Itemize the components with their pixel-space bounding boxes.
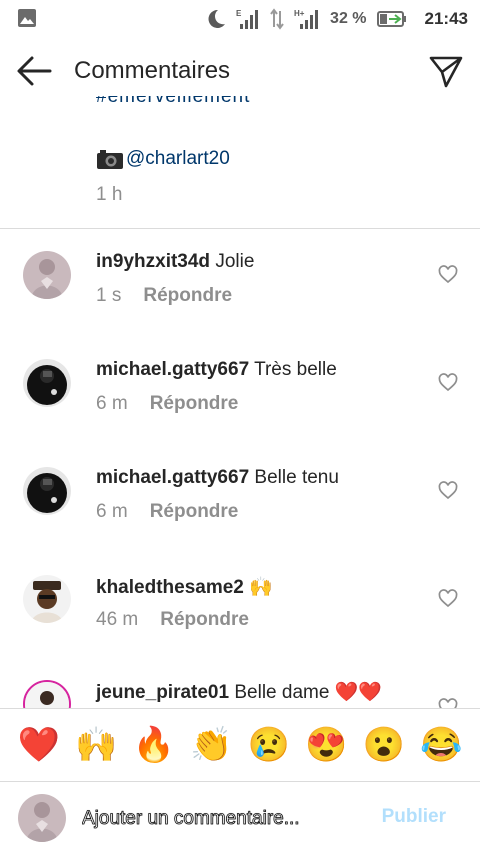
mention-link[interactable]: @charlart20 [126,148,230,170]
raised-hands-emoji[interactable]: 🙌 [75,728,117,762]
comment-item: in9yhzxit34d Jolie 1 s Répondre [0,251,480,331]
reply-button[interactable]: Répondre [143,285,232,307]
heart-outline-icon[interactable] [438,698,458,708]
heart-outline-icon[interactable] [438,265,458,285]
heart-emoji[interactable]: ❤️ [18,728,60,762]
emoji-quick-bar: ❤️ 🙌 🔥 👏 😢 😍 😮 😂 [0,708,480,782]
status-bar: E H+ 32 % 21:43 [0,0,480,38]
comment-body: Belle tenu [254,467,339,488]
comment-time: 46 m [96,609,139,630]
comment-input[interactable] [82,804,362,834]
comment-item: michael.gatty667 Belle tenu 6 m Répondre [0,467,480,547]
heart-outline-icon[interactable] [438,481,458,501]
comment-body: Jolie [215,251,255,272]
avatar[interactable] [23,467,71,515]
clock: 21:43 [424,9,468,28]
avatar[interactable] [23,251,71,299]
page-title: Commentaires [74,57,231,84]
comment-meta: 46 m Répondre [96,609,249,631]
heart-outline-icon[interactable] [438,589,458,609]
comment-item: khaledthesame2 🙌 46 m Répondre [0,575,480,655]
tears-of-joy-emoji[interactable]: 😂 [420,728,462,762]
comment-username[interactable]: michael.gatty667 [96,467,249,488]
paper-plane-icon[interactable] [428,54,464,90]
data-arrows-icon [270,8,284,30]
status-icons: E H+ 32 % 21:43 [206,6,468,32]
avatar[interactable] [23,680,71,708]
camera-icon [97,150,123,169]
caption-mention-line: @charlart20 [96,148,230,170]
crying-face-emoji[interactable]: 😢 [248,728,290,762]
heart-outline-icon[interactable] [438,373,458,393]
caption-hashtag-clipped: #émerveillement [96,96,251,107]
comment-item: jeune_pirate01 Belle dame ❤️❤️ [0,678,480,708]
own-avatar [18,794,66,842]
heart-eyes-emoji[interactable]: 😍 [305,728,347,762]
divider [0,228,480,229]
header: Commentaires [0,38,480,104]
moon-icon [208,9,226,28]
comment-composer: Publier [0,782,480,854]
svg-text:E: E [236,9,242,18]
comment-username[interactable]: michael.gatty667 [96,359,249,380]
publish-button[interactable]: Publier [382,806,446,828]
comment-item: michael.gatty667 Très belle 6 m Répondre [0,359,480,439]
comment-username[interactable]: khaledthesame2 [96,577,244,598]
comment-username[interactable]: in9yhzxit34d [96,251,210,272]
reply-button[interactable]: Répondre [160,609,249,631]
battery-charging-icon [376,11,406,27]
arrow-left-icon[interactable] [16,54,54,88]
battery-percent: 32 % [330,10,367,27]
surprised-face-emoji[interactable]: 😮 [363,728,405,762]
comment-meta: 6 m Répondre [96,501,238,523]
svg-text:H+: H+ [294,9,305,18]
avatar[interactable] [23,359,71,407]
fire-emoji[interactable]: 🔥 [133,728,175,762]
reply-button[interactable]: Répondre [150,393,239,415]
caption-time: 1 h [96,184,123,205]
comment-meta: 1 s Répondre [96,285,232,307]
comment-body: 🙌 [249,577,273,598]
clapping-hands-emoji[interactable]: 👏 [190,728,232,762]
comment-meta: 6 m Répondre [96,393,238,415]
reply-button[interactable]: Répondre [150,501,239,523]
comment-time: 1 s [96,285,122,306]
comment-time: 6 m [96,393,128,414]
comment-time: 6 m [96,501,128,522]
signal-e-icon: E [236,9,259,29]
avatar[interactable] [23,575,71,623]
comment-username[interactable]: jeune_pirate01 [96,682,229,703]
signal-h-plus-icon: H+ [294,9,319,29]
comment-body: Très belle [254,359,337,380]
comment-body: Belle dame ❤️❤️ [234,682,383,703]
image-icon [18,9,36,27]
